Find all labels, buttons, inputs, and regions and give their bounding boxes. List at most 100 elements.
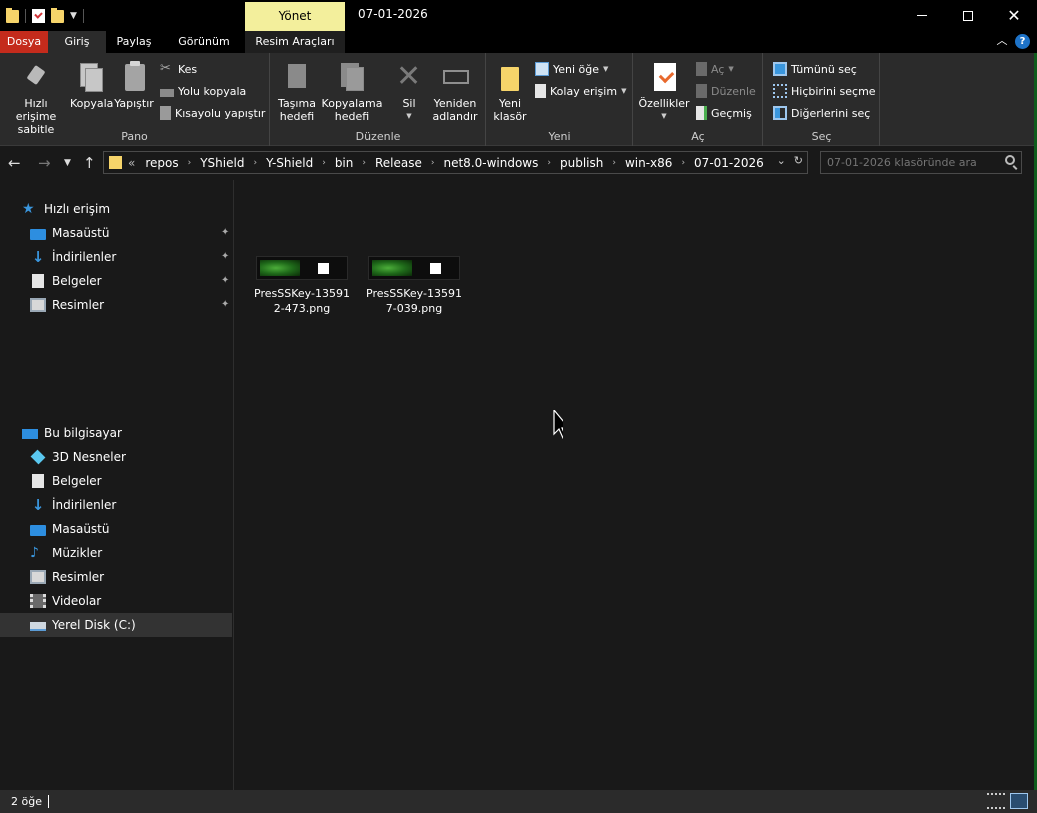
new-group: Yeni klasör Yeni öğe ▼ Kolay erişim ▼ Ye… [487,53,633,146]
paste-button[interactable]: Yapıştır [114,57,154,110]
delete-dropdown-icon[interactable]: ▼ [389,110,429,123]
select-none-button[interactable]: Hiçbirini seçme [773,81,876,101]
breadcrumb-item[interactable]: Y-Shield [266,156,313,170]
breadcrumb-overflow[interactable]: « [128,156,135,170]
recent-locations-icon[interactable]: ▼ [64,158,71,168]
separator [82,9,84,23]
file-item[interactable]: PresSSKey-13591 7-039.png [366,256,462,316]
chevron-right-icon[interactable]: › [322,158,326,168]
nav-item-pictures[interactable]: Resimler ✦ [0,293,232,317]
ribbon-tabs: Dosya Giriş Paylaş Görünüm Resim Araçlar… [0,31,1037,53]
easy-access-button[interactable]: Kolay erişim ▼ [535,81,626,101]
pin-icon: ✦ [221,251,230,262]
address-bar[interactable]: « repos › YShield › Y-Shield › bin › Release › net… [103,151,808,174]
nav-item-pictures[interactable]: Resimler [0,565,232,589]
pin-quick-access-button[interactable]: Hızlı erişime sabitle [3,57,69,136]
paste-shortcut-button[interactable]: Kısayolu yapıştır [160,103,265,123]
maximize-button[interactable] [945,0,991,31]
close-button[interactable]: ✕ [991,0,1037,31]
delete-button[interactable]: ✕ Sil ▼ [389,57,429,123]
breadcrumb-item[interactable]: YShield [200,156,244,170]
refresh-icon[interactable]: ↻ [794,154,803,167]
nav-item-music[interactable]: ♪ Müzikler [0,541,232,565]
edit-button[interactable]: Düzenle [696,81,756,101]
properties-button[interactable]: Özellikler ▼ [638,57,690,123]
nav-item-downloads[interactable]: ↓ İndirilenler ✦ [0,245,232,269]
tab-picture-tools[interactable]: Resim Araçları [245,31,345,53]
breadcrumb-item[interactable]: bin [335,156,354,170]
breadcrumb-item[interactable]: win-x86 [625,156,672,170]
nav-item-documents[interactable]: Belgeler [0,469,232,493]
large-icons-view-icon[interactable] [1010,793,1028,809]
forward-arrow-icon[interactable]: → [38,154,51,172]
minimize-button[interactable] [899,0,945,31]
move-to-button[interactable]: Taşıma hedefi [275,57,319,123]
image-thumbnail [368,256,460,280]
nav-item-desktop[interactable]: Masaüstü ✦ [0,221,232,245]
new-folder-icon[interactable] [51,7,64,23]
select-all-icon [773,62,787,76]
nav-item-documents[interactable]: Belgeler ✦ [0,269,232,293]
chevron-right-icon[interactable]: › [431,158,435,168]
properties-dropdown-icon[interactable]: ▼ [638,110,690,123]
download-icon: ↓ [31,496,45,514]
invert-selection-label: Diğerlerini seç [791,106,871,120]
copy-to-button[interactable]: Kopyalama hedefi [321,57,383,123]
select-none-label: Hiçbirini seçme [791,84,876,98]
film-icon [30,594,46,608]
invert-selection-button[interactable]: Diğerlerini seç [773,103,870,123]
file-name-line-2: 2-473.png [273,302,331,315]
tab-view[interactable]: Görünüm [168,31,240,53]
open-button[interactable]: Aç ▼ [696,59,734,79]
organize-group-label: Düzenle [355,130,401,143]
breadcrumb-item[interactable]: net8.0-windows [443,156,538,170]
copy-label: Kopyala [70,97,114,110]
rename-button[interactable]: Yeniden adlandır [431,57,479,123]
chevron-right-icon[interactable]: › [612,158,616,168]
chevron-right-icon[interactable]: › [681,158,685,168]
address-dropdown-icon[interactable]: ⌄ [777,154,786,167]
file-item[interactable]: PresSSKey-13591 2-473.png [254,256,350,316]
nav-item-downloads[interactable]: ↓ İndirilenler [0,493,232,517]
folder-icon [6,7,19,23]
copy-path-label: Yolu kopyala [178,84,247,98]
cut-button[interactable]: ✂ Kes [160,59,197,79]
new-item-button[interactable]: Yeni öğe ▼ [535,59,608,79]
nav-item-desktop[interactable]: Masaüstü [0,517,232,541]
properties-icon[interactable] [32,9,45,23]
back-arrow-icon[interactable]: ← [8,154,21,172]
copy-button[interactable]: Kopyala [70,57,114,110]
select-all-button[interactable]: Tümünü seç [773,59,857,79]
nav-item-local-disk[interactable]: Yerel Disk (C:) [0,613,232,637]
breadcrumb-item[interactable]: Release [375,156,422,170]
nav-this-pc[interactable]: Bu bilgisayar [0,421,232,445]
chevron-right-icon[interactable]: › [253,158,257,168]
tab-home[interactable]: Giriş [48,31,106,53]
nav-item-videos[interactable]: Videolar [0,589,232,613]
breadcrumb: repos › YShield › Y-Shield › bin › Release › net8.… [145,156,763,170]
search-icon[interactable] [1005,155,1015,165]
breadcrumb-item[interactable]: repos [145,156,178,170]
breadcrumb-item[interactable]: 07-01-2026 [694,156,764,170]
nav-quick-access[interactable]: ★ Hızlı erişim [0,197,232,221]
customize-toolbar-icon[interactable]: ▼ [70,11,77,21]
up-arrow-icon[interactable]: ↑ [83,154,96,172]
chevron-right-icon[interactable]: › [547,158,551,168]
move-to-label-1: Taşıma [278,97,316,110]
nav-item-3d-objects[interactable]: 3D Nesneler [0,445,232,469]
details-view-icon[interactable] [987,793,1005,809]
nav-item-label: Müzikler [52,546,103,560]
new-folder-button[interactable]: Yeni klasör [491,57,529,123]
copy-path-button[interactable]: Yolu kopyala [160,81,246,101]
help-icon[interactable]: ? [1015,34,1030,49]
breadcrumb-item[interactable]: publish [560,156,603,170]
history-button[interactable]: Geçmiş [696,103,752,123]
chevron-right-icon[interactable]: › [188,158,192,168]
manage-contextual-header[interactable]: Yönet [245,2,345,31]
chevron-right-icon[interactable]: › [362,158,366,168]
tab-share[interactable]: Paylaş [108,31,160,53]
music-note-icon: ♪ [30,545,39,561]
tab-file[interactable]: Dosya [0,31,48,53]
collapse-ribbon-icon[interactable]: ︿ [995,34,1009,48]
search-input[interactable] [821,152,991,173]
